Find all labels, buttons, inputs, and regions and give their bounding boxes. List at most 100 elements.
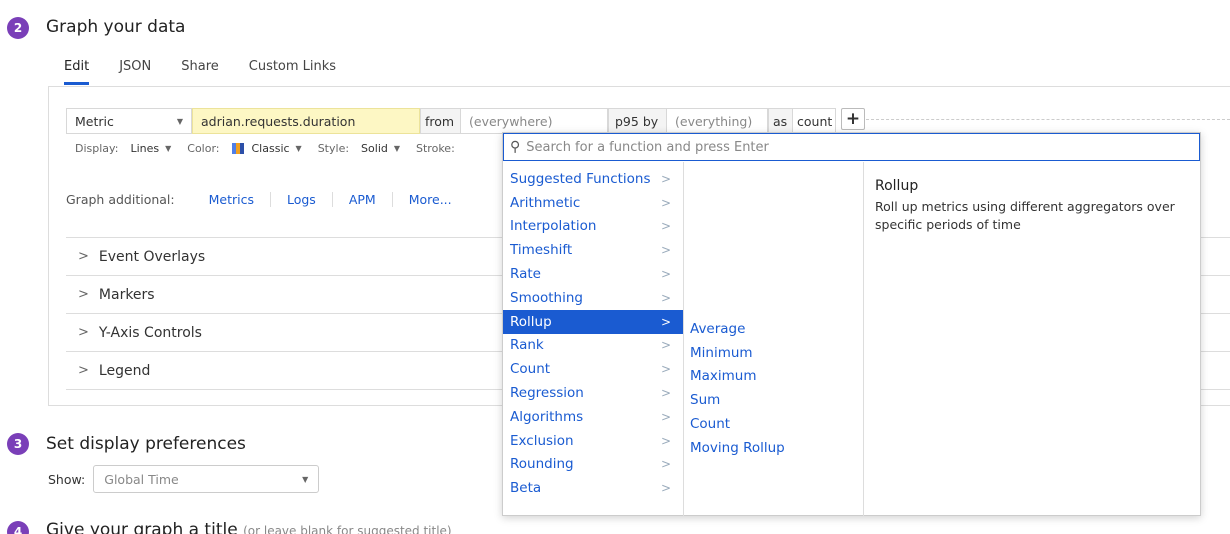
chevron-right-icon: > bbox=[660, 171, 671, 186]
function-category-item[interactable]: Algorithms > bbox=[503, 405, 683, 429]
function-detail-panel: Rollup Roll up metrics using different a… bbox=[875, 178, 1195, 234]
function-category-item[interactable]: Timeshift > bbox=[503, 238, 683, 262]
add-function-button[interactable]: + bbox=[841, 108, 865, 130]
rollup-option-moving-rollup[interactable]: Moving Rollup bbox=[684, 436, 862, 460]
function-menu: ⚲ Search for a function and press Enter … bbox=[502, 132, 1201, 516]
chevron-right-icon: > bbox=[660, 243, 671, 258]
function-category-item[interactable]: Suggested Functions > bbox=[503, 167, 683, 191]
step-3-title: Set display preferences bbox=[46, 434, 246, 454]
source-select-label: Metric bbox=[75, 113, 114, 129]
tab-custom-links[interactable]: Custom Links bbox=[249, 59, 336, 85]
chevron-right-icon: > bbox=[660, 290, 671, 305]
chevron-down-icon: ▼ bbox=[393, 144, 401, 153]
source-select[interactable]: Metric ▼ bbox=[66, 108, 192, 134]
style-label: Style: bbox=[317, 142, 350, 155]
tab-share[interactable]: Share bbox=[181, 59, 219, 85]
graph-additional-metrics-link[interactable]: Metrics bbox=[193, 192, 271, 207]
show-time-select[interactable]: Global Time ▼ bbox=[93, 465, 320, 493]
divider-line bbox=[866, 119, 1230, 120]
from-label: from bbox=[420, 108, 460, 134]
chevron-right-icon: > bbox=[660, 386, 671, 401]
editor-tabs: Edit JSON Share Custom Links bbox=[64, 59, 366, 85]
function-detail-description: Roll up metrics using different aggregat… bbox=[875, 199, 1175, 232]
function-category-item[interactable]: Rate > bbox=[503, 262, 683, 286]
stroke-label: Stroke: bbox=[416, 142, 455, 155]
search-icon: ⚲ bbox=[510, 139, 521, 155]
style-select[interactable]: Solid bbox=[361, 142, 388, 155]
accordion-label: Event Overlays bbox=[98, 248, 206, 265]
chevron-right-icon: > bbox=[660, 362, 671, 377]
rollup-function-list: Average Minimum Maximum Sum Count Moving… bbox=[684, 317, 862, 460]
chevron-right-icon: > bbox=[660, 338, 671, 353]
step-3-badge: 3 bbox=[7, 433, 29, 455]
plus-icon: + bbox=[845, 109, 861, 129]
tab-json[interactable]: JSON bbox=[119, 59, 151, 85]
chevron-right-icon: > bbox=[78, 249, 89, 264]
rollup-option-sum[interactable]: Sum bbox=[684, 388, 862, 412]
function-search-placeholder: Search for a function and press Enter bbox=[526, 139, 769, 155]
chevron-right-icon: > bbox=[660, 409, 671, 424]
step-2-title: Graph your data bbox=[46, 17, 186, 37]
function-category-item[interactable]: Interpolation > bbox=[503, 215, 683, 239]
step-2-badge: 2 bbox=[7, 17, 29, 39]
accordion-label: Markers bbox=[98, 286, 155, 303]
menu-column-divider bbox=[863, 162, 864, 516]
step-4-title: Give your graph a title (or leave blank … bbox=[46, 520, 452, 534]
as-type-select[interactable]: count bbox=[792, 108, 836, 134]
chevron-right-icon: > bbox=[78, 363, 89, 378]
function-category-item[interactable]: Beta > bbox=[503, 476, 683, 500]
function-detail-title: Rollup bbox=[875, 178, 919, 194]
color-select[interactable]: Classic bbox=[252, 142, 290, 155]
rollup-option-maximum[interactable]: Maximum bbox=[684, 365, 862, 389]
show-label: Show: bbox=[48, 471, 86, 487]
chevron-down-icon: ▼ bbox=[176, 116, 183, 126]
aggregation-select[interactable]: p95 by bbox=[608, 108, 666, 134]
chevron-right-icon: > bbox=[660, 314, 671, 329]
graph-additional-more-link[interactable]: More... bbox=[393, 192, 468, 207]
as-label: as bbox=[768, 108, 792, 134]
graph-additional-logs-link[interactable]: Logs bbox=[271, 192, 333, 207]
accordion-label: Y-Axis Controls bbox=[98, 324, 202, 341]
step-4-badge: 4 bbox=[7, 521, 29, 534]
chevron-right-icon: > bbox=[660, 219, 671, 234]
function-category-item[interactable]: Smoothing > bbox=[503, 286, 683, 310]
show-time-value: Global Time bbox=[104, 471, 179, 487]
function-category-list: Suggested Functions > Arithmetic > Interpo… bbox=[503, 167, 683, 500]
query-row: Metric ▼ adrian.requests.duration from (… bbox=[66, 108, 836, 134]
chevron-right-icon: > bbox=[660, 481, 671, 496]
function-category-item[interactable]: Rounding > bbox=[503, 453, 683, 477]
function-category-item-selected[interactable]: Rollup > bbox=[503, 309, 683, 334]
function-category-item[interactable]: Exclusion > bbox=[503, 429, 683, 453]
step-4-title-text: Give your graph a title bbox=[46, 520, 238, 534]
palette-swatch-icon bbox=[231, 143, 244, 154]
metric-name-input[interactable]: adrian.requests.duration bbox=[192, 108, 420, 134]
chevron-down-icon: ▼ bbox=[295, 144, 302, 153]
graph-additional-label: Graph additional: bbox=[66, 192, 175, 207]
show-row: Show: Global Time ▼ bbox=[48, 465, 320, 493]
rollup-option-minimum[interactable]: Minimum bbox=[684, 341, 862, 365]
graph-additional-row: Graph additional: Metrics Logs APM More.… bbox=[66, 192, 468, 207]
step-4-title-hint: (or leave blank for suggested title) bbox=[243, 524, 452, 534]
function-category-item[interactable]: Regression > bbox=[503, 381, 683, 405]
chevron-right-icon: > bbox=[660, 195, 671, 210]
chevron-right-icon: > bbox=[660, 267, 671, 282]
chevron-down-icon: ▼ bbox=[165, 144, 172, 153]
function-category-item[interactable]: Rank > bbox=[503, 334, 683, 358]
function-category-item[interactable]: Count > bbox=[503, 357, 683, 381]
chevron-right-icon: > bbox=[660, 433, 671, 448]
function-category-item[interactable]: Arithmetic > bbox=[503, 191, 683, 215]
chevron-right-icon: > bbox=[78, 287, 89, 302]
from-scope-input[interactable]: (everywhere) bbox=[460, 108, 608, 134]
chevron-right-icon: > bbox=[78, 325, 89, 340]
display-select[interactable]: Lines bbox=[130, 142, 159, 155]
display-options-row: Display: Lines ▼ Color: Classic ▼ Style:… bbox=[75, 142, 467, 155]
display-label: Display: bbox=[75, 142, 119, 155]
tab-edit[interactable]: Edit bbox=[64, 59, 90, 85]
group-by-input[interactable]: (everything) bbox=[666, 108, 768, 134]
chevron-down-icon: ▼ bbox=[302, 474, 309, 484]
function-search-input[interactable]: ⚲ Search for a function and press Enter bbox=[503, 133, 1200, 161]
color-label: Color: bbox=[187, 142, 220, 155]
rollup-option-average[interactable]: Average bbox=[684, 317, 862, 341]
rollup-option-count[interactable]: Count bbox=[684, 412, 862, 436]
graph-additional-apm-link[interactable]: APM bbox=[333, 192, 393, 207]
